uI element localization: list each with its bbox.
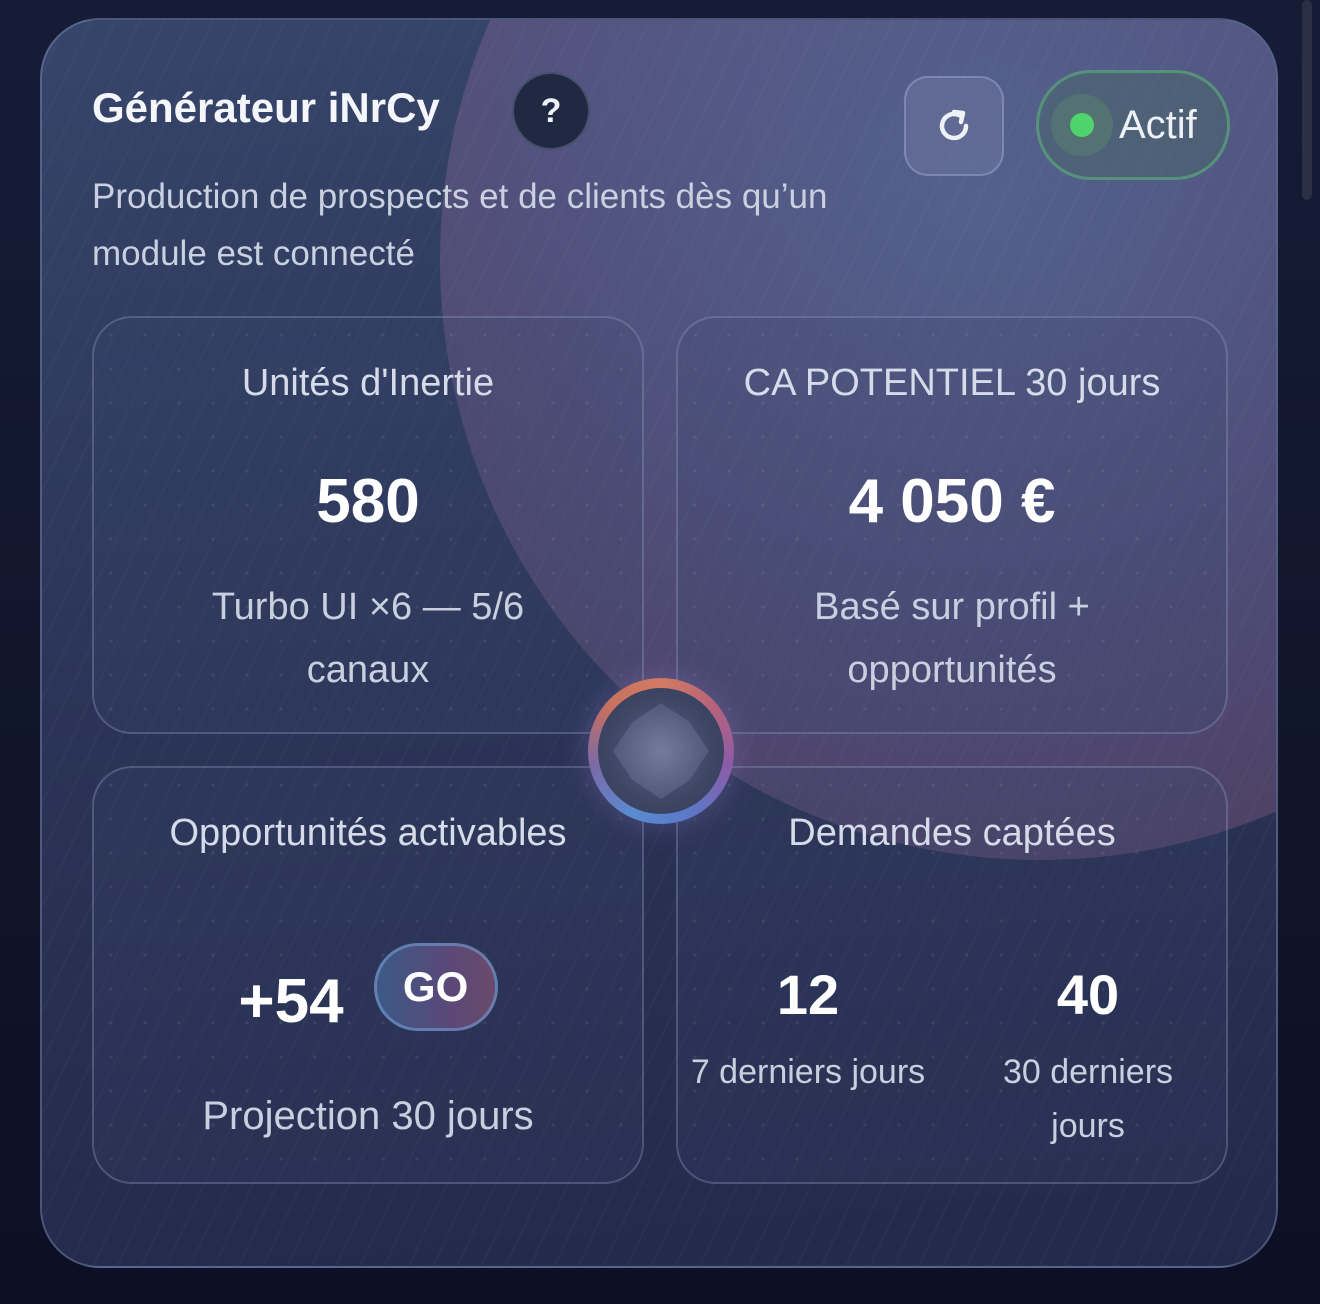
opportunities-label: Opportunités activables <box>169 812 567 854</box>
opportunities-note: Projection 30 jours <box>202 1094 534 1138</box>
requests-month-note: 30 derniers jours <box>1002 1053 1174 1145</box>
revenue-value: 4 050 € <box>848 467 1056 536</box>
opportunities-row: +54 GO <box>94 936 642 1037</box>
requests-week-note: 7 derniers jours <box>690 1053 926 1091</box>
status-dot-icon <box>1070 113 1094 137</box>
inertia-value: 580 <box>316 467 420 536</box>
status-toggle[interactable]: Actif <box>1036 70 1230 180</box>
page: Générateur iNrCy ? Production de prospec… <box>0 0 1320 1304</box>
requests-month: 40 30 derniers jours <box>968 962 1208 1153</box>
revenue-tile: CA POTENTIEL 30 jours 4 050 € Basé sur p… <box>676 316 1228 734</box>
refresh-button[interactable] <box>904 76 1004 176</box>
status-indicator <box>1051 94 1113 156</box>
orb-core <box>613 703 709 799</box>
inertia-tile: Unités d'Inertie 580 Turbo UI ×6 — 5/6 c… <box>92 316 644 734</box>
requests-label: Demandes captées <box>788 812 1116 854</box>
refresh-icon <box>939 109 969 141</box>
requests-tile: Demandes captées 12 7 derniers jours 40 … <box>676 766 1228 1184</box>
revenue-note: Basé sur profil + opportunités <box>814 586 1090 691</box>
requests-week-value: 12 <box>776 963 840 1026</box>
opportunities-value: +54 <box>238 967 344 1036</box>
requests-month-value: 40 <box>1056 963 1120 1026</box>
inertia-note: Turbo UI ×6 — 5/6 canaux <box>211 586 525 691</box>
card-title: Générateur iNrCy <box>92 84 440 131</box>
requests-week: 12 7 derniers jours <box>688 962 928 1099</box>
go-button[interactable]: GO <box>373 942 498 1031</box>
core-orb-icon[interactable] <box>588 678 734 824</box>
scrollbar[interactable] <box>1302 0 1312 200</box>
generator-card: Générateur iNrCy ? Production de prospec… <box>40 18 1278 1268</box>
opportunities-tile: Opportunités activables +54 GO Projectio… <box>92 766 644 1184</box>
help-button[interactable]: ? <box>512 72 590 150</box>
status-label: Actif <box>1119 102 1197 147</box>
inertia-label: Unités d'Inertie <box>241 362 495 404</box>
revenue-label: CA POTENTIEL 30 jours <box>743 362 1161 404</box>
orb-inner <box>598 688 724 814</box>
card-subtitle: Production de prospects et de clients dè… <box>92 177 828 273</box>
